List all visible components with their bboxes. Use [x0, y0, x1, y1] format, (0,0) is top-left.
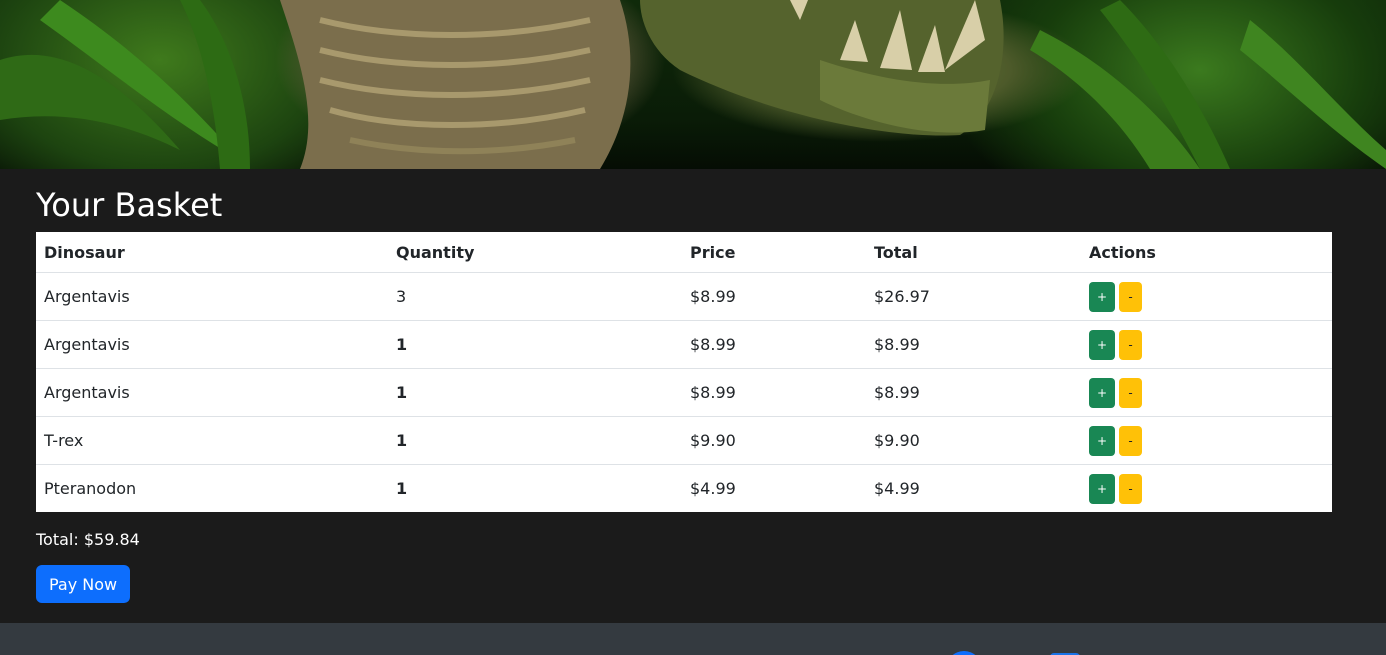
decrease-quantity-button[interactable]: -: [1119, 425, 1142, 456]
cell-quantity: 1: [396, 479, 408, 498]
table-row: Pteranodon 1 $4.99 $4.99 + -: [36, 465, 1332, 513]
cell-quantity: 1: [388, 368, 682, 417]
social-circle-icon[interactable]: [946, 651, 982, 655]
hero-artwork: [0, 0, 1386, 169]
cell-total: $9.90: [866, 416, 1081, 465]
increase-quantity-button[interactable]: +: [1089, 425, 1115, 456]
table-row: Argentavis 1 $8.99 $8.99 + -: [36, 320, 1332, 369]
cell-dinosaur: Argentavis: [36, 368, 388, 417]
cell-price: $9.90: [682, 416, 866, 465]
cell-total: $8.99: [866, 368, 1081, 417]
cell-quantity: 3: [388, 272, 682, 321]
table-header-row: Dinosaur Quantity Price Total Actions: [36, 232, 1332, 273]
column-header-price: Price: [682, 232, 866, 273]
page-title: Your Basket: [36, 186, 223, 224]
table-row: Argentavis 3 $8.99 $26.97 + -: [36, 272, 1332, 321]
basket-table: Dinosaur Quantity Price Total Actions Ar…: [36, 232, 1332, 512]
cell-price: $4.99: [690, 479, 736, 498]
basket-section: Your Basket Dinosaur Quantity Price Tota…: [36, 169, 1332, 603]
decrease-quantity-button[interactable]: -: [1119, 377, 1142, 408]
column-header-actions: Actions: [1081, 232, 1332, 273]
footer: [0, 623, 1386, 655]
cell-quantity: 1: [388, 416, 682, 465]
pay-now-button[interactable]: Pay Now: [36, 565, 131, 603]
increase-quantity-button[interactable]: +: [1089, 329, 1115, 360]
table-row: Argentavis 1 $8.99 $8.99 + -: [36, 368, 1332, 417]
hero-banner: [0, 0, 1386, 169]
increase-quantity-button[interactable]: +: [1089, 281, 1115, 312]
table-row: T-rex 1 $9.90 $9.90 + -: [36, 416, 1332, 465]
cell-price: $8.99: [682, 320, 866, 369]
decrease-quantity-button[interactable]: -: [1119, 281, 1142, 312]
column-header-quantity: Quantity: [388, 232, 682, 273]
cell-actions: + -: [1081, 368, 1332, 417]
cell-dinosaur: Pteranodon: [44, 479, 137, 498]
basket-total: Total: $59.84: [36, 530, 140, 549]
cell-total: $8.99: [866, 320, 1081, 369]
cell-price: $8.99: [682, 368, 866, 417]
cell-actions: + -: [1081, 320, 1332, 369]
cell-price: $8.99: [682, 272, 866, 321]
cell-total: $4.99: [874, 479, 920, 498]
cell-dinosaur: Argentavis: [36, 272, 388, 321]
column-header-dinosaur: Dinosaur: [36, 232, 388, 273]
increase-quantity-button[interactable]: +: [1089, 473, 1115, 504]
cell-total: $26.97: [866, 272, 1081, 321]
decrease-quantity-button[interactable]: -: [1119, 329, 1142, 360]
cell-actions: + -: [1081, 272, 1332, 321]
cell-dinosaur: T-rex: [36, 416, 388, 465]
cell-actions: + -: [1081, 465, 1332, 513]
cell-quantity: 1: [388, 320, 682, 369]
column-header-total: Total: [866, 232, 1081, 273]
decrease-quantity-button[interactable]: -: [1119, 473, 1142, 504]
cell-actions: + -: [1081, 416, 1332, 465]
cell-dinosaur: Argentavis: [36, 320, 388, 369]
increase-quantity-button[interactable]: +: [1089, 377, 1115, 408]
